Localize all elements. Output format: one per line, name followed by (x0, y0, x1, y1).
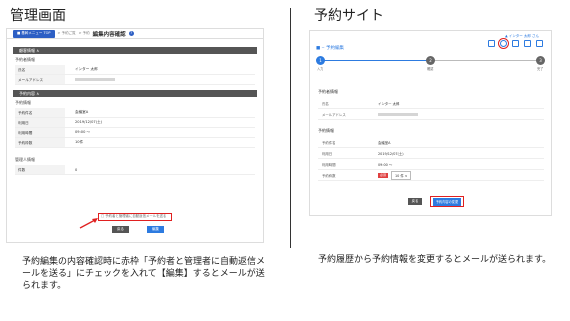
table-row: 氏名 インター 太郎 (15, 65, 255, 75)
site-caption: 予約履歴から予約情報を変更するとメールが送られます。 (318, 255, 552, 265)
progress-steps: 1 2 3 入力 確認 完了 (316, 55, 546, 71)
required-badge: 必須 (378, 172, 389, 178)
booking-table: 予約件名 会議室A 利用日 2019/12/07(土) 利用時間 09:00 ～… (318, 137, 544, 181)
booker-subtitle: 予約者情報 (15, 57, 35, 62)
row-label: メールアドレス (15, 75, 65, 84)
table-row: 予約枠数 10件 (15, 138, 255, 148)
row-label: 利用日 (322, 151, 333, 156)
row-value: 0 (75, 167, 78, 172)
breadcrumb-2[interactable]: > 予約 (79, 31, 90, 36)
table-row: 予約件名 会議室A (318, 137, 544, 148)
site-heading: 予約サイト (314, 8, 384, 24)
customer-section-bar[interactable]: 顧客情報 ∧ (13, 47, 257, 54)
table-row: 利用日 2019/12/07(土) (15, 118, 255, 128)
home-menu-button[interactable]: ■ 基幹メニュー TOP (13, 29, 55, 38)
row-label: 氏名 (322, 101, 329, 106)
step-dot-1: 1 (316, 56, 325, 65)
table-row: 件数 0 (15, 165, 255, 175)
table-row: メールアドレス (15, 75, 255, 85)
help-icon[interactable]: ? (128, 31, 134, 36)
history-icon[interactable] (498, 38, 509, 49)
site-button-row: 戻る 予約内容の変更 (408, 196, 464, 207)
breadcrumb-1[interactable]: > 予約ご覧 (58, 31, 76, 36)
admin-info-subtitle: 管理人情報 (15, 157, 35, 162)
step-dot-3: 3 (536, 56, 545, 65)
row-value: 会議室A (75, 110, 89, 114)
booking-subtitle: 予約情報 (15, 100, 31, 105)
edit-button[interactable]: 編集 (147, 226, 164, 233)
person-icon[interactable] (488, 40, 495, 47)
table-row: 利用時間 09:00 ～ (15, 128, 255, 138)
row-value: 会議室A (378, 140, 391, 145)
table-row: 利用時間 09:00 ～ (318, 159, 544, 170)
table-row: 予約枠数 必須 10 件 ∨ (318, 170, 544, 181)
admin-topbar: ■ 基幹メニュー TOP > 予約ご覧 > 予約 編集内容確認 ? (7, 29, 263, 39)
slot-count-select[interactable]: 10 件 ∨ (391, 170, 412, 180)
booking-section-bar[interactable]: 予約内容 ∧ (13, 90, 257, 97)
row-value: 2019/12/07(土) (75, 120, 103, 124)
search-icon[interactable] (512, 40, 519, 47)
back-button[interactable]: 戻る (112, 226, 129, 233)
user-link[interactable]: ▲ インター 太郎 さん (505, 34, 539, 39)
row-label: 予約枠数 (322, 173, 336, 178)
row-value: 10件 (75, 140, 84, 144)
calendar-icon[interactable] (524, 40, 531, 47)
page-title: 編集内容確認 (92, 31, 126, 38)
back-button[interactable]: 戻る (408, 198, 422, 205)
table-row: 利用日 2019/12/07(土) (318, 148, 544, 159)
row-label: 予約件名 (322, 140, 336, 145)
row-value-redacted (378, 112, 418, 116)
admin-screenshot: ■ 基幹メニュー TOP > 予約ご覧 > 予約 編集内容確認 ? 顧客情報 ∧… (6, 28, 264, 243)
divider (290, 8, 291, 248)
row-value-redacted (65, 77, 115, 82)
table-row: 予約件名 会議室A (15, 108, 255, 118)
admin-button-row: 戻る 編集 (112, 226, 164, 233)
row-label: 利用時間 (322, 162, 336, 167)
booking-section-title: 予約情報 (318, 128, 334, 133)
admin-caption: 予約編集の内容確認時に赤枠「予約者と管理者に自動返信メールを送る」にチェックを入… (22, 257, 266, 291)
step-dot-2: 2 (426, 56, 435, 65)
row-label: 予約件名 (15, 108, 65, 117)
row-value: インター 太郎 (378, 101, 400, 106)
change-booking-label: 予約内容の変更 (432, 197, 462, 206)
row-label: 利用日 (15, 118, 65, 127)
header-icons (488, 38, 543, 49)
step-label-2: 確認 (427, 67, 434, 71)
document-icon[interactable] (536, 40, 543, 47)
arrow-icon (79, 218, 98, 229)
table-row: メールアドレス (318, 109, 544, 120)
step-label-3: 完了 (537, 67, 544, 71)
row-value: 2019/12/07(土) (378, 151, 404, 156)
site-screenshot: ▲ インター 太郎 さん ■ ‒ 予約編集 1 2 3 入力 確認 完了 予約者… (309, 30, 552, 216)
row-label: 予約枠数 (15, 138, 65, 147)
step-label-1: 入力 (317, 67, 324, 71)
row-label: 件数 (15, 165, 65, 174)
row-label: メールアドレス (322, 112, 346, 117)
row-value: 09:00 ～ (75, 130, 91, 134)
page-title: ■ ‒ 予約編集 (316, 46, 344, 51)
row-value: 09:00 ～ (378, 162, 393, 167)
row-value: 必須 10 件 ∨ (378, 170, 412, 180)
booker-table: 氏名 インター 太郎 メールアドレス (318, 98, 544, 120)
booker-section-title: 予約者情報 (318, 89, 338, 94)
auto-reply-checkbox[interactable]: □ 予約者と管理者に自動返信メールを送る (98, 213, 172, 221)
row-label: 氏名 (15, 65, 65, 74)
table-row: 氏名 インター 太郎 (318, 98, 544, 109)
admin-heading: 管理画面 (10, 8, 66, 24)
row-label: 利用時間 (15, 128, 65, 137)
change-booking-button[interactable]: 予約内容の変更 (430, 196, 464, 207)
row-value: インター 太郎 (75, 67, 98, 71)
